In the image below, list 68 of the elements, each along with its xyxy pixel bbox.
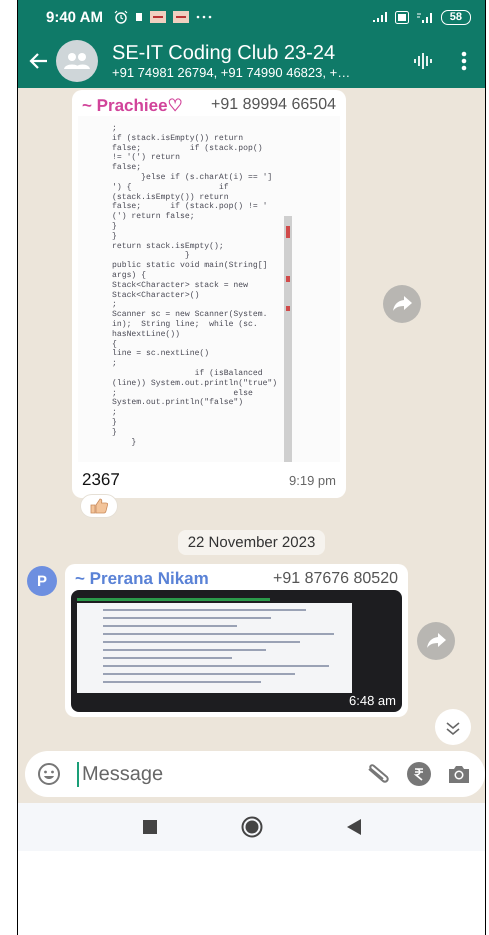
sender-avatar[interactable]: P: [27, 566, 57, 596]
code-line: (') return false;: [112, 212, 196, 222]
code-line: if (isBalanced: [194, 368, 264, 379]
home-icon[interactable]: [240, 816, 262, 838]
rupee-icon[interactable]: [407, 762, 431, 786]
code-line: false;: [112, 163, 142, 173]
code-line: ; else: [112, 388, 254, 398]
emoji-icon[interactable]: [37, 762, 61, 786]
message-input[interactable]: Message: [77, 762, 349, 786]
code-line: }else if (s.charAt(i) == ']: [140, 172, 274, 183]
sender-name[interactable]: ~ Prerana Nikam: [75, 569, 209, 589]
code-line: ;: [112, 408, 118, 418]
code-line: {: [112, 340, 118, 349]
code-line: }: [112, 428, 118, 438]
code-screenshot[interactable]: [78, 116, 340, 462]
sender-phone: +91 89994 66504: [210, 96, 336, 114]
sender-name[interactable]: ~ Prachiee♡: [82, 94, 183, 116]
code-line: line = sc.nextLine(): [112, 349, 210, 360]
group-members: +91 74981 26794, +91 74990 46823, +…: [112, 65, 352, 80]
group-avatar-icon[interactable]: [56, 40, 98, 82]
code-line: Stack<Character>(): [112, 290, 200, 300]
scroll-down-icon[interactable]: [435, 709, 471, 745]
code-line: return stack.isEmpty();: [112, 242, 225, 251]
screenshot-placeholder[interactable]: [71, 590, 402, 712]
signal-icon: [416, 10, 434, 24]
more-dots-icon: [196, 15, 212, 19]
code-line: }: [112, 418, 118, 428]
code-line: ') { if: [112, 182, 230, 193]
signal-icon: [372, 11, 388, 23]
code-line: }: [130, 438, 138, 448]
code-line: args) {: [112, 270, 147, 281]
code-line: if (stack.isEmpty()) return: [112, 134, 244, 144]
sender-phone: +91 87676 80520: [272, 570, 398, 588]
alarm-clock-icon: [114, 10, 128, 24]
code-line: }: [184, 251, 191, 261]
code-line: }: [112, 232, 118, 242]
code-line: false; if (stack.pop() != ': [112, 202, 268, 212]
thumbs-up-icon: [90, 498, 108, 514]
chat-title[interactable]: SE-IT Coding Club 23-24: [112, 42, 405, 65]
code-line: Scanner sc = new Scanner(System.: [112, 310, 268, 320]
message-time: 9:19 pm: [289, 472, 336, 488]
message-text: 2367: [82, 470, 120, 490]
back-arrow-icon[interactable]: [28, 52, 48, 70]
message-field[interactable]: Message: [25, 751, 485, 797]
recents-icon[interactable]: [142, 820, 156, 834]
code-line: false; if (stack.pop(): [112, 144, 264, 153]
notification-icon: [134, 12, 143, 22]
battery-level: 58: [440, 10, 471, 24]
code-line: ;: [112, 359, 118, 369]
code-line: ;: [112, 300, 118, 310]
code-line: public static void main(String[]: [112, 261, 268, 271]
date-chip: 22 November 2023: [178, 530, 326, 555]
reaction-badge[interactable]: [80, 494, 118, 518]
menu-icon[interactable]: [461, 51, 467, 71]
code-line: (stack.isEmpty()) return: [112, 192, 230, 202]
code-line: ;: [112, 124, 118, 134]
code-line: hasNextLine()): [112, 330, 181, 340]
camera-icon[interactable]: [447, 764, 471, 784]
code-line: in); String line; while (sc.: [112, 320, 259, 330]
message-time: 6:48 am: [349, 693, 396, 708]
code-line: != '(') return: [112, 153, 181, 163]
status-time: 9:40 AM: [46, 8, 103, 26]
code-line: }: [112, 222, 118, 232]
voice-wave-icon[interactable]: [413, 52, 433, 70]
code-line: Stack<Character> stack = new: [112, 280, 249, 291]
back-icon[interactable]: [346, 819, 360, 835]
code-line: (line)) System.out.println("true"): [112, 378, 278, 389]
code-line: System.out.println("false"): [112, 398, 244, 408]
